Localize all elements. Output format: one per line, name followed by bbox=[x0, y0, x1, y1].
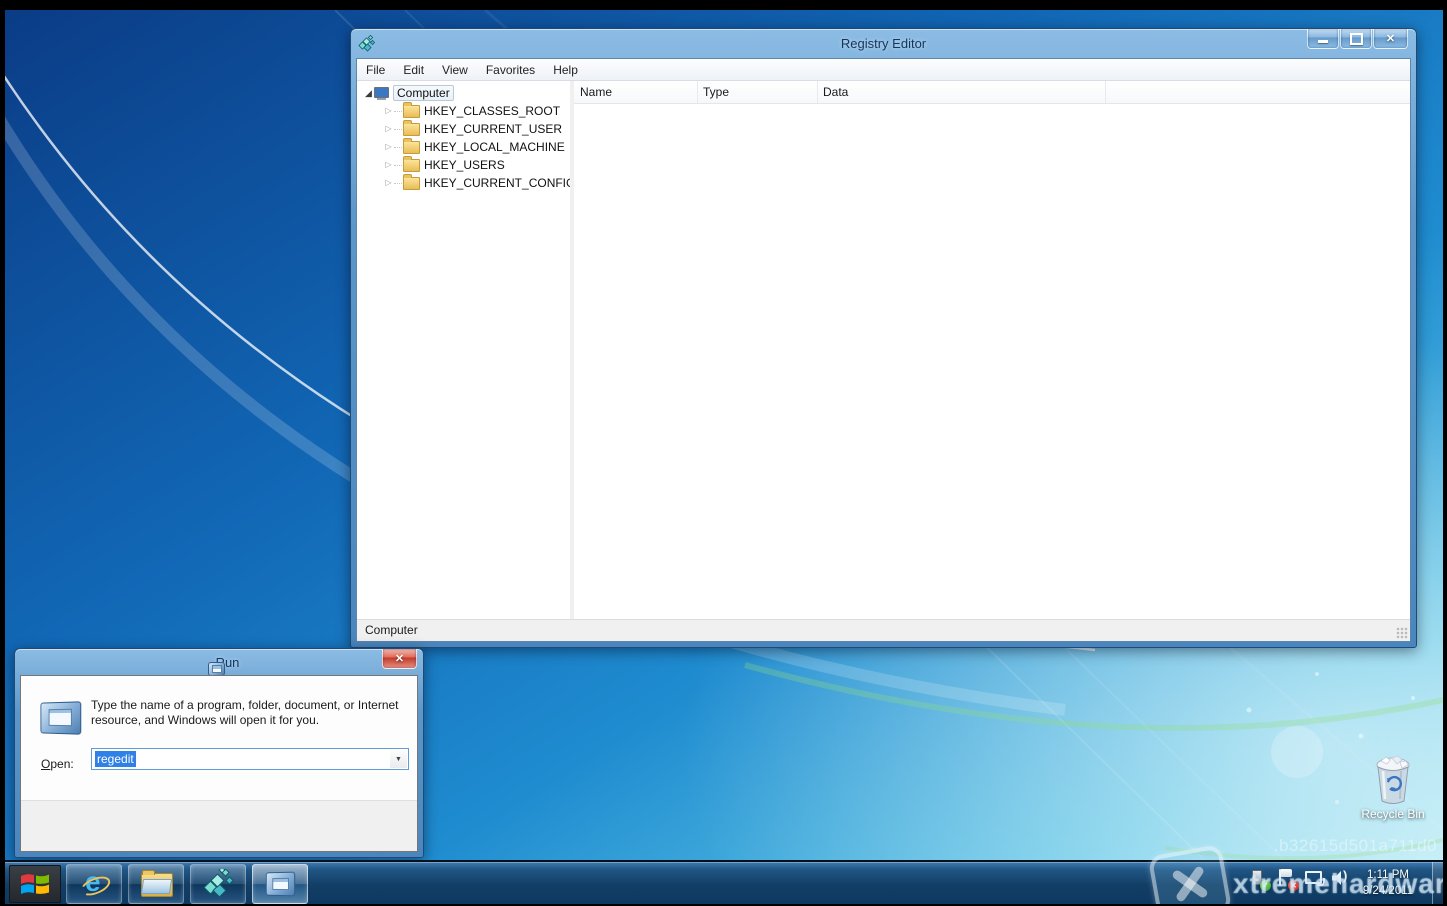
menu-help[interactable]: Help bbox=[544, 60, 587, 80]
volume-icon[interactable]: ) bbox=[1331, 868, 1351, 888]
status-text: Computer bbox=[365, 623, 418, 637]
column-header-type[interactable]: Type bbox=[697, 81, 818, 103]
tree-node-hku[interactable]: ▷ HKEY_USERS bbox=[383, 156, 505, 174]
volume-wave-icon: ) bbox=[1343, 868, 1347, 883]
run-titlebar[interactable]: Run ✕ bbox=[15, 649, 423, 675]
start-button[interactable] bbox=[9, 865, 61, 903]
tree-expander-icon[interactable]: ▷ bbox=[383, 156, 394, 174]
minimize-button[interactable] bbox=[1307, 29, 1339, 49]
computer-icon bbox=[374, 87, 389, 100]
resize-grip[interactable] bbox=[1396, 627, 1408, 639]
taskbar-clock[interactable]: 1:11 PM 9/24/2011 bbox=[1355, 867, 1421, 899]
open-label: Open: bbox=[41, 757, 74, 771]
clock-date: 9/24/2011 bbox=[1355, 883, 1421, 899]
show-desktop-button[interactable] bbox=[1432, 862, 1443, 904]
taskbar-button-internet-explorer[interactable]: e bbox=[66, 864, 122, 904]
folder-icon bbox=[403, 105, 420, 118]
tree-node-label: HKEY_CLASSES_ROOT bbox=[424, 104, 560, 118]
tree-node-hklm[interactable]: ▷ HKEY_LOCAL_MACHINE bbox=[383, 138, 565, 156]
tree-node-label: HKEY_LOCAL_MACHINE bbox=[424, 140, 565, 154]
menu-bar: File Edit View Favorites Help bbox=[357, 59, 1410, 81]
menu-view[interactable]: View bbox=[433, 60, 477, 80]
combobox-value: regedit bbox=[95, 751, 136, 767]
close-icon: ✕ bbox=[395, 652, 404, 665]
file-explorer-icon bbox=[141, 873, 171, 895]
column-header-name[interactable]: Name bbox=[574, 81, 698, 103]
tree-connector bbox=[394, 110, 402, 112]
taskbar: e bbox=[5, 860, 1443, 904]
maximize-button[interactable] bbox=[1340, 29, 1372, 49]
tree-node-hkcu[interactable]: ▷ HKEY_CURRENT_USER bbox=[383, 120, 562, 138]
run-window-icon bbox=[266, 872, 295, 897]
close-icon: ✕ bbox=[1386, 32, 1395, 45]
registry-editor-client: File Edit View Favorites Help ◢ Computer bbox=[356, 58, 1411, 642]
windows-flag-icon bbox=[20, 871, 50, 897]
status-bar: Computer bbox=[357, 619, 1410, 641]
build-watermark: .b32615d501a711d0 bbox=[1274, 836, 1437, 856]
tree-connector bbox=[394, 146, 402, 148]
folder-icon bbox=[403, 141, 420, 154]
maximize-icon bbox=[1350, 33, 1363, 45]
tree-node-label: Computer bbox=[393, 85, 454, 101]
run-footer: OK Cancel Browse... bbox=[21, 800, 417, 851]
menu-file[interactable]: File bbox=[357, 60, 394, 80]
window-title: Registry Editor bbox=[841, 36, 926, 51]
folder-icon bbox=[403, 177, 420, 190]
clock-time: 1:11 PM bbox=[1355, 867, 1421, 883]
regedit-icon bbox=[203, 869, 233, 899]
minimize-icon bbox=[1318, 40, 1328, 43]
action-center-flag-icon[interactable]: ✕ bbox=[1275, 868, 1295, 888]
run-close-button[interactable]: ✕ bbox=[382, 649, 417, 669]
run-description: Type the name of a program, folder, docu… bbox=[91, 698, 399, 728]
taskbar-button-run[interactable] bbox=[252, 864, 308, 904]
network-icon[interactable] bbox=[1303, 868, 1323, 888]
run-dialog-icon-small bbox=[208, 662, 225, 676]
tree-node-label: HKEY_USERS bbox=[424, 158, 505, 172]
tree-node-hkcr[interactable]: ▷ HKEY_CLASSES_ROOT bbox=[383, 102, 560, 120]
tree-node-label: HKEY_CURRENT_USER bbox=[424, 122, 562, 136]
list-header: Name Type Data bbox=[574, 81, 1410, 104]
menu-edit[interactable]: Edit bbox=[394, 60, 433, 80]
taskbar-button-file-explorer[interactable] bbox=[128, 864, 184, 904]
tree-expander-icon[interactable]: ▷ bbox=[383, 102, 394, 120]
tree-connector bbox=[394, 128, 402, 130]
tree-expander-icon[interactable]: ▷ bbox=[383, 120, 394, 138]
recycle-bin-label: Recycle Bin bbox=[1361, 807, 1425, 821]
folder-icon bbox=[403, 123, 420, 136]
tree-node-hkcc[interactable]: ▷ HKEY_CURRENT_CONFIG bbox=[383, 174, 571, 192]
chevron-down-icon[interactable]: ▼ bbox=[390, 750, 407, 768]
tree-expander-icon[interactable]: ▷ bbox=[383, 138, 394, 156]
menu-favorites[interactable]: Favorites bbox=[477, 60, 544, 80]
check-icon: ✓ bbox=[1260, 880, 1271, 891]
system-tray: ✓ ✕ ) bbox=[1247, 868, 1351, 888]
registry-editor-window: Registry Editor ✕ File Edit View Favorit… bbox=[350, 28, 1417, 648]
registry-values-pane[interactable]: Name Type Data bbox=[574, 81, 1410, 620]
column-header-data[interactable]: Data bbox=[817, 81, 1106, 103]
open-combobox[interactable]: regedit ▼ bbox=[91, 748, 409, 770]
recycle-bin[interactable]: Recycle Bin bbox=[1361, 755, 1425, 821]
error-icon: ✕ bbox=[1288, 880, 1299, 891]
run-dialog: Run ✕ Type the name of a program, folder… bbox=[14, 648, 424, 858]
recycle-bin-icon bbox=[1370, 755, 1416, 805]
tree-expander-icon[interactable]: ◢ bbox=[363, 84, 374, 102]
run-client: Type the name of a program, folder, docu… bbox=[20, 675, 418, 852]
tree-connector bbox=[394, 182, 402, 184]
registry-editor-titlebar[interactable]: Registry Editor ✕ bbox=[351, 29, 1416, 58]
taskbar-button-registry-editor[interactable] bbox=[190, 864, 246, 904]
screen: .b32615d501a711d0 Recycle Bin bbox=[0, 0, 1447, 906]
run-icon bbox=[40, 701, 81, 734]
tree-expander-icon[interactable]: ▷ bbox=[383, 174, 394, 192]
tree-connector bbox=[394, 164, 402, 166]
internet-explorer-icon: e bbox=[79, 869, 109, 899]
usb-device-icon[interactable]: ✓ bbox=[1247, 868, 1267, 888]
folder-icon bbox=[403, 159, 420, 172]
registry-tree-pane[interactable]: ◢ Computer ▷ HKEY_CLASSES_ROOT ▷ bbox=[357, 81, 571, 620]
desktop[interactable]: .b32615d501a711d0 Recycle Bin bbox=[5, 10, 1443, 904]
registry-editor-body: ◢ Computer ▷ HKEY_CLASSES_ROOT ▷ bbox=[357, 81, 1410, 620]
regedit-icon bbox=[358, 35, 375, 52]
tree-node-label: HKEY_CURRENT_CONFIG bbox=[424, 176, 571, 190]
close-button[interactable]: ✕ bbox=[1373, 29, 1408, 49]
tree-node-computer[interactable]: ◢ Computer bbox=[363, 84, 454, 102]
